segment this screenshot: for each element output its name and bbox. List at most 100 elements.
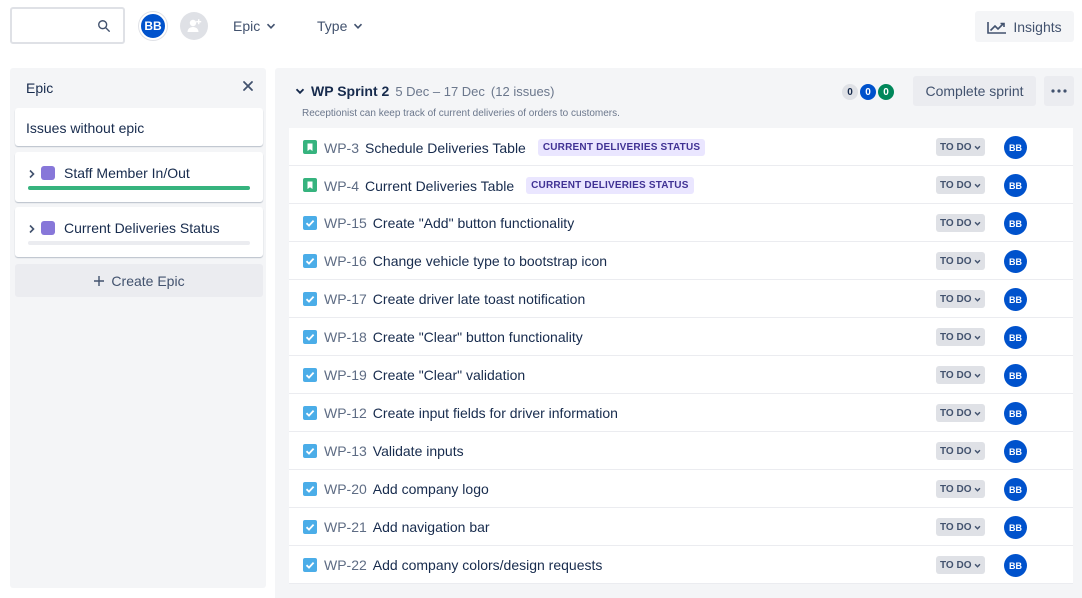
insights-button[interactable]: Insights — [975, 11, 1074, 42]
status-dropdown[interactable]: TO DO — [936, 176, 986, 194]
issue-key[interactable]: WP-12 — [324, 405, 367, 421]
close-icon[interactable] — [242, 80, 254, 92]
search-icon — [98, 20, 110, 32]
issue-row[interactable]: WP-4 Current Deliveries Table CURRENT DELI… — [289, 166, 1073, 204]
status-label: TO DO — [940, 559, 972, 571]
sprint-dates: 5 Dec – 17 Dec — [395, 83, 485, 99]
complete-sprint-button[interactable]: Complete sprint — [913, 76, 1036, 106]
issue-key[interactable]: WP-4 — [324, 178, 359, 194]
assignee-avatar[interactable]: BB — [1004, 516, 1027, 539]
status-dropdown[interactable]: TO DO — [936, 518, 986, 536]
chevron-down-icon — [354, 23, 363, 29]
chevron-down-icon[interactable] — [295, 86, 305, 96]
assignee-avatar[interactable]: BB — [1004, 478, 1027, 501]
assignee-avatar[interactable]: BB — [1004, 440, 1027, 463]
issue-key[interactable]: WP-22 — [324, 557, 367, 573]
issue-key[interactable]: WP-21 — [324, 519, 367, 535]
issue-row[interactable]: WP-17 Create driver late toast notificati… — [289, 280, 1073, 318]
epic-lozenge[interactable]: CURRENT DELIVERIES STATUS — [537, 139, 706, 156]
sprint-panel: WP Sprint 2 5 Dec – 17 Dec (12 issues) R… — [275, 68, 1082, 598]
epic-filter-button[interactable]: Epic — [233, 14, 276, 38]
todo-count-badge: 0 — [842, 84, 858, 100]
done-count-badge: 0 — [878, 84, 894, 100]
issue-key[interactable]: WP-20 — [324, 481, 367, 497]
status-label: TO DO — [940, 255, 972, 267]
issue-key[interactable]: WP-17 — [324, 291, 367, 307]
issue-row[interactable]: WP-15 Create "Add" button functionality TO… — [289, 204, 1073, 242]
chevron-right-icon[interactable] — [28, 169, 36, 179]
issue-key[interactable]: WP-16 — [324, 253, 367, 269]
issue-row[interactable]: WP-22 Add company colors/design requests T… — [289, 546, 1073, 584]
status-dropdown[interactable]: TO DO — [936, 214, 986, 232]
chevron-down-icon — [975, 259, 981, 264]
chevron-down-icon — [975, 145, 981, 150]
issue-summary: Add navigation bar — [372, 519, 490, 535]
issue-key[interactable]: WP-19 — [324, 367, 367, 383]
issue-text: WP-3 Schedule Deliveries Table CURRENT DEL… — [324, 139, 706, 156]
sprint-name: WP Sprint 2 — [311, 83, 390, 99]
status-dropdown[interactable]: TO DO — [936, 366, 986, 384]
chevron-down-icon — [975, 525, 981, 530]
issue-row[interactable]: WP-3 Schedule Deliveries Table CURRENT DEL… — [289, 128, 1073, 166]
status-dropdown[interactable]: TO DO — [936, 290, 986, 308]
epic-item-staff-member[interactable]: Staff Member In/Out — [15, 152, 263, 202]
status-label: TO DO — [940, 521, 972, 533]
issue-key[interactable]: WP-18 — [324, 329, 367, 345]
status-dropdown[interactable]: TO DO — [936, 480, 986, 498]
status-dropdown[interactable]: TO DO — [936, 328, 986, 346]
epic-name: Staff Member In/Out — [64, 165, 190, 181]
create-epic-button[interactable]: Create Epic — [15, 264, 263, 297]
epic-color-swatch — [41, 221, 55, 235]
chevron-right-icon[interactable] — [28, 224, 36, 234]
assignee-avatar[interactable]: BB — [1004, 288, 1027, 311]
search-input[interactable] — [10, 7, 125, 44]
status-dropdown[interactable]: TO DO — [936, 404, 986, 422]
assignee-avatar[interactable]: BB — [1004, 364, 1027, 387]
issue-row[interactable]: WP-19 Create "Clear" validation TO DO BB — [289, 356, 1073, 394]
status-label: TO DO — [940, 483, 972, 495]
issue-row[interactable]: WP-12 Create input fields for driver info… — [289, 394, 1073, 432]
status-label: TO DO — [940, 331, 972, 343]
assignee-avatar[interactable]: BB — [1004, 250, 1027, 273]
add-people-button[interactable] — [180, 12, 208, 40]
issue-key[interactable]: WP-13 — [324, 443, 367, 459]
assignee-avatar[interactable]: BB — [1004, 326, 1027, 349]
issues-without-epic[interactable]: Issues without epic — [15, 108, 263, 146]
status-dropdown[interactable]: TO DO — [936, 252, 986, 270]
insights-label: Insights — [1013, 18, 1062, 35]
chevron-down-icon — [975, 183, 981, 188]
status-dropdown[interactable]: TO DO — [936, 138, 986, 156]
type-filter-button[interactable]: Type — [317, 14, 363, 38]
assignee-avatar[interactable]: BB — [1004, 212, 1027, 235]
issue-summary: Create "Add" button functionality — [372, 215, 575, 231]
issue-row[interactable]: WP-16 Change vehicle type to bootstrap ic… — [289, 242, 1073, 280]
issue-summary: Create driver late toast notification — [372, 291, 586, 307]
epic-item-current-deliveries[interactable]: Current Deliveries Status — [15, 207, 263, 257]
issue-key[interactable]: WP-3 — [324, 140, 359, 156]
task-icon — [303, 520, 317, 534]
chevron-down-icon — [975, 411, 981, 416]
more-actions-button[interactable] — [1044, 76, 1074, 106]
issue-key[interactable]: WP-15 — [324, 215, 367, 231]
chevron-down-icon — [975, 373, 981, 378]
assignee-avatar[interactable]: BB — [1004, 136, 1027, 159]
issue-text: WP-22 Add company colors/design requests — [324, 557, 602, 573]
issue-text: WP-4 Current Deliveries Table CURRENT DELI… — [324, 177, 694, 194]
issue-text: WP-16 Change vehicle type to bootstrap ic… — [324, 253, 607, 269]
issue-summary: Create input fields for driver informati… — [372, 405, 618, 421]
status-label: TO DO — [940, 369, 972, 381]
epic-lozenge[interactable]: CURRENT DELIVERIES STATUS — [526, 177, 694, 194]
task-icon — [303, 558, 317, 572]
issue-row[interactable]: WP-18 Create "Clear" button functionality… — [289, 318, 1073, 356]
issues-without-epic-label: Issues without epic — [26, 120, 145, 136]
sprint-header[interactable]: WP Sprint 2 5 Dec – 17 Dec (12 issues) — [295, 83, 555, 99]
assignee-avatar[interactable]: BB — [1004, 174, 1027, 197]
status-dropdown[interactable]: TO DO — [936, 556, 986, 574]
user-avatar[interactable]: BB — [139, 12, 167, 40]
status-dropdown[interactable]: TO DO — [936, 442, 986, 460]
issue-row[interactable]: WP-21 Add navigation bar TO DO BB — [289, 508, 1073, 546]
issue-row[interactable]: WP-13 Validate inputs TO DO BB — [289, 432, 1073, 470]
assignee-avatar[interactable]: BB — [1004, 402, 1027, 425]
issue-row[interactable]: WP-20 Add company logo TO DO BB — [289, 470, 1073, 508]
assignee-avatar[interactable]: BB — [1004, 554, 1027, 577]
